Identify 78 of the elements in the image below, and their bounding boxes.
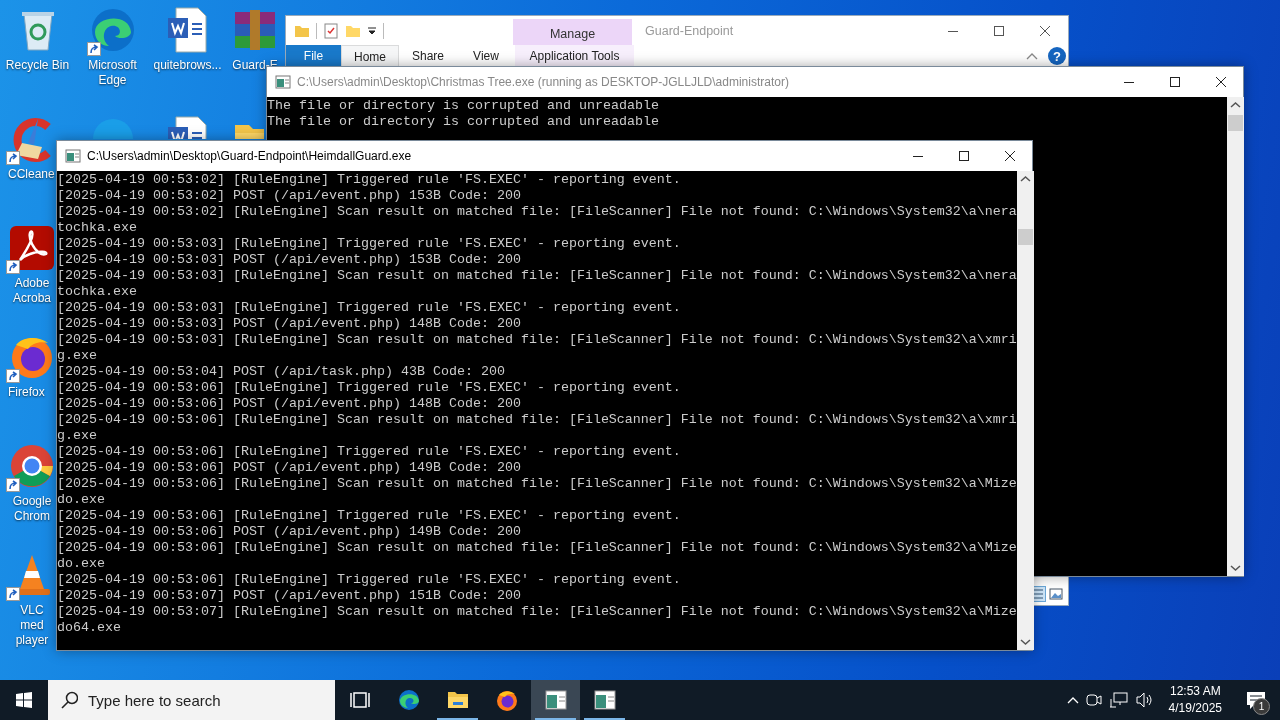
console-line: [2025-04-19 00:53:06] [RuleEngine] Scan result on matched file: [FileScanner] File not found: C:\Windows\System32\a\Mizedo.exe [57,476,1017,508]
scroll-thumb[interactable] [1228,115,1243,131]
desktop-icon-label[interactable]: Recycle Bin [5,58,70,73]
console-line: [2025-04-19 00:53:06] [RuleEngine] Triggered rule 'FS.EXEC' - reporting event. [57,444,682,460]
desktop-icon-label[interactable]: Microsoft Edge [76,58,149,88]
close-icon [1040,25,1050,36]
console-line: [2025-04-19 00:53:02] POST (/api/event.php) 153B Code: 200 [57,188,522,204]
console-line: [2025-04-19 00:53:06] [RuleEngine] Scan result on matched file: [FileScanner] File not found: C:\Windows\System32\a\Mizedo.exe [57,540,1017,572]
ribbon-tab[interactable]: Share [399,45,457,67]
close-icon [1005,151,1015,161]
maximize-icon [959,151,969,161]
browser-icon[interactable] [8,442,56,490]
maximize-icon [1170,77,1180,87]
console-line: [2025-04-19 00:53:07] [RuleEngine] Scan result on matched file: [FileScanner] File not found: C:\Windows\System32\a\Mizedo64.exe [57,604,1017,636]
console-line: [2025-04-19 00:53:03] [RuleEngine] Scan result on matched file: [FileScanner] File not found: C:\Windows\System32\a\xmrig.exe [57,332,1017,364]
windows-logo-icon [16,692,32,708]
collapse-ribbon-icon[interactable] [1026,51,1038,61]
camera-icon[interactable] [1084,691,1103,709]
console-window-icon [593,689,616,711]
console-icon [65,148,81,164]
window-title: C:\Users\admin\Desktop\Guard-Endpoint\HeimdallGuard.exe [87,149,413,163]
help-button[interactable]: ? [1048,47,1066,65]
console-line: The file or directory is corrupted and unreadable [267,114,660,130]
browser-icon [397,689,420,711]
console-icon [275,74,291,90]
console-line: [2025-04-19 00:53:06] [RuleEngine] Triggered rule 'FS.EXEC' - reporting event. [57,572,682,588]
console-line: [2025-04-19 00:53:06] [RuleEngine] Scan result on matched file: [FileScanner] File not found: C:\Windows\System32\a\xmrig.exe [57,412,1017,444]
scrollbar[interactable] [1017,171,1034,650]
console-line: [2025-04-19 00:53:02] [RuleEngine] Scan result on matched file: [FileScanner] File not found: C:\Windows\System32\a\neratochka.exe [57,204,1017,236]
console-line: The file or directory is corrupted and unreadable [267,98,660,114]
console-line: [2025-04-19 00:53:06] [RuleEngine] Triggered rule 'FS.EXEC' - reporting event. [57,508,682,524]
scroll-thumb[interactable] [1018,229,1033,245]
desktop-icon-label[interactable]: VLC med player [8,603,56,648]
large-icons-view-icon[interactable] [1048,586,1064,602]
clock-time: 12:53 AM [1169,683,1221,700]
clock[interactable]: 12:53 AM 4/19/2025 [1160,683,1230,717]
desktop-icon-label[interactable]: Adobe Acroba [8,276,56,306]
ribbon-tab[interactable]: Application Tools [515,45,634,67]
browser-icon [495,689,518,711]
desktop-icon-label[interactable]: Google Chrom [8,494,56,524]
network-icon[interactable] [1108,691,1129,709]
ribbon-tab[interactable]: File [286,45,341,67]
console-line: [2025-04-19 00:53:03] [RuleEngine] Triggered rule 'FS.EXEC' - reporting event. [57,236,682,252]
pdf-icon[interactable] [8,224,56,272]
context-tab-header: Manage [513,19,632,45]
console-line: [2025-04-19 00:53:06] POST (/api/event.php) 149B Code: 200 [57,460,522,476]
dropdown-icon[interactable] [367,25,377,36]
scrollbar[interactable] [1227,97,1244,576]
clock-date: 4/19/2025 [1168,700,1222,717]
console-line: [2025-04-19 00:53:06] POST (/api/event.php) 149B Code: 200 [57,524,522,540]
console-line: [2025-04-19 00:53:06] POST (/api/event.php) 148B Code: 200 [57,396,522,412]
console-line: [2025-04-19 00:53:02] [RuleEngine] Triggered rule 'FS.EXEC' - reporting event. [57,172,682,188]
properties-icon[interactable] [323,22,339,39]
console-window-icon [544,689,567,711]
console-line: [2025-04-19 00:53:03] [RuleEngine] Scan result on matched file: [FileScanner] File not found: C:\Windows\System32\a\neratochka.exe [57,268,1017,300]
desktop-icon-label[interactable]: Firefox [8,385,45,400]
window-title: Guard-Endpoint [644,22,735,40]
folder-icon [446,689,469,711]
chevron-up-icon[interactable] [1066,695,1079,705]
task-view-icon [348,689,371,711]
window-title: C:\Users\admin\Desktop\Christmas Tree.exe (running as DESKTOP-JGLLJLD\administrator) [297,75,790,89]
console-line: [2025-04-19 00:53:03] POST (/api/event.php) 148B Code: 200 [57,316,522,332]
console-line: [2025-04-19 00:53:04] POST (/api/task.php) 43B Code: 200 [57,364,506,380]
console-line: [2025-04-19 00:53:03] [RuleEngine] Triggered rule 'FS.EXEC' - reporting event. [57,300,682,316]
console-line: [2025-04-19 00:53:03] POST (/api/event.php) 153B Code: 200 [57,252,522,268]
notification-badge: 1 [1253,698,1270,715]
volume-icon[interactable] [1134,691,1155,709]
search-field[interactable]: Type here to search [48,680,335,720]
ribbon-tab[interactable]: View [457,45,515,67]
maximize-icon [994,25,1004,36]
ribbon-tab[interactable]: Home [341,45,399,67]
desktop-icon-label[interactable]: quitebrows... [153,58,222,73]
close-icon [1216,77,1226,87]
taskbar-button[interactable] [531,680,580,720]
console-line: [2025-04-19 00:53:06] [RuleEngine] Triggered rule 'FS.EXEC' - reporting event. [57,380,682,396]
search-icon [60,691,78,709]
console-line: [2025-04-19 00:53:07] POST (/api/event.php) 151B Code: 200 [57,588,522,604]
desktop-icon-label[interactable]: CCleane [8,167,55,182]
